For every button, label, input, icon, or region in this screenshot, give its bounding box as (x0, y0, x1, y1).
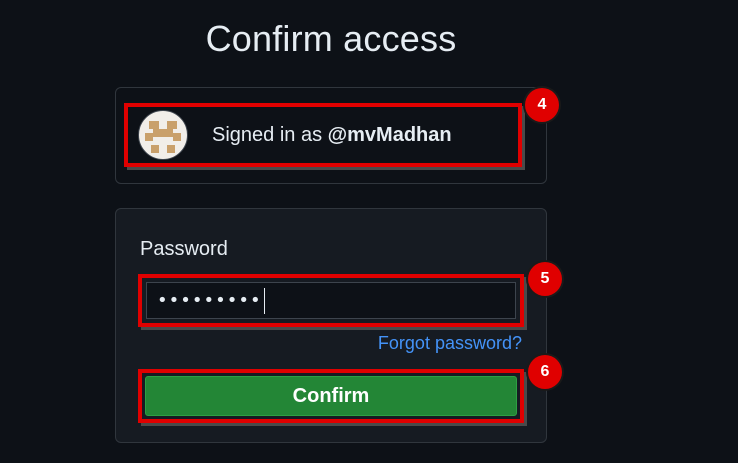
avatar (138, 110, 188, 160)
password-input[interactable]: ••••••••• (146, 282, 516, 319)
signed-in-highlight: Signed in as @mvMadhan (124, 103, 522, 167)
password-label: Password (140, 238, 228, 260)
signed-in-username: @mvMadhan (327, 123, 452, 146)
signed-in-text: Signed in as @mvMadhan (212, 124, 452, 147)
signed-in-prefix: Signed in as (212, 123, 328, 146)
confirm-button[interactable]: Confirm (145, 376, 517, 416)
confirm-highlight: Confirm (138, 369, 524, 423)
forgot-password-link[interactable]: Forgot password? (378, 333, 522, 354)
confirm-access-page: Confirm access Signed in as @mvMadhan Pa… (0, 0, 738, 463)
text-caret (263, 287, 265, 314)
password-highlight: ••••••••• (138, 274, 524, 327)
password-value: ••••••••• (157, 290, 262, 311)
step-marker-5: 5 (528, 262, 562, 296)
step-marker-4: 4 (525, 88, 559, 122)
step-marker-6: 6 (528, 355, 562, 389)
page-title: Confirm access (205, 18, 457, 59)
